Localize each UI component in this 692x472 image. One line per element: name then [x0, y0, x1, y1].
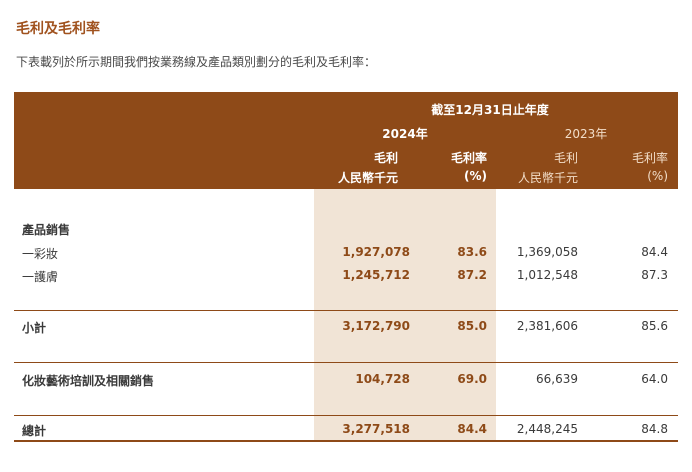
- table-caption: 下表載列於所示期間我們按業務線及產品類別劃分的毛利及毛利率：: [16, 55, 377, 69]
- subtotal-gp-2024: 3,172,790: [342, 319, 410, 333]
- header-gpm-unit-2024: (%): [464, 169, 487, 183]
- header-gpm-unit-2023: (%): [647, 169, 668, 183]
- header-gp-2024: 毛利: [373, 151, 398, 165]
- makeup-gp-2023: 1,369,058: [516, 245, 578, 259]
- row-label-total: 總計: [22, 424, 47, 438]
- skincare-gp-2024: 1,245,712: [342, 268, 410, 282]
- header-gp-2023: 毛利: [553, 151, 578, 165]
- total-gpm-2024: 84.4: [457, 422, 487, 436]
- section-title: 毛利及毛利率: [16, 21, 100, 37]
- row-label-skincare: 一護膚: [22, 270, 59, 284]
- skincare-gpm-2023: 87.3: [641, 268, 668, 282]
- total-gp-2024: 3,277,518: [342, 422, 410, 436]
- training-gp-2023: 66,639: [536, 372, 578, 386]
- header-year-2024: 2024年: [382, 127, 428, 141]
- header-gpm-2023: 毛利率: [631, 151, 668, 165]
- total-gp-2023: 2,448,245: [516, 422, 578, 436]
- training-gp-2024: 104,728: [355, 372, 410, 386]
- skincare-gp-2023: 1,012,548: [516, 268, 578, 282]
- subtotal-gpm-2023: 85.6: [641, 319, 668, 333]
- training-gpm-2023: 64.0: [641, 372, 668, 386]
- skincare-gpm-2024: 87.2: [457, 268, 487, 282]
- row-label-makeup: 一彩妝: [22, 247, 59, 261]
- makeup-gp-2024: 1,927,078: [342, 245, 410, 259]
- header-gpm-2024: 毛利率: [450, 151, 487, 165]
- divider-before-subtotal: [14, 310, 678, 311]
- highlight-2024-column: [314, 189, 496, 441]
- divider-before-total: [14, 415, 678, 416]
- makeup-gpm-2024: 83.6: [457, 245, 487, 259]
- header-period: 截至12月31日止年度: [431, 103, 549, 117]
- section-product-sales: 產品銷售: [22, 223, 71, 237]
- training-gpm-2024: 69.0: [457, 372, 487, 386]
- subtotal-gp-2023: 2,381,606: [516, 319, 578, 333]
- subtotal-gpm-2024: 85.0: [457, 319, 487, 333]
- makeup-gpm-2023: 84.4: [641, 245, 668, 259]
- row-label-subtotal: 小計: [22, 321, 47, 335]
- header-year-2023: 2023年: [564, 127, 608, 141]
- divider-before-training: [14, 362, 678, 363]
- total-gpm-2023: 84.8: [641, 422, 668, 436]
- header-gp-unit-2023: 人民幣千元: [517, 171, 578, 185]
- table-bottom-rule: [14, 440, 678, 442]
- header-gp-unit-2024: 人民幣千元: [337, 171, 398, 185]
- row-label-training: 化妝藝術培訓及相關銷售: [22, 374, 155, 388]
